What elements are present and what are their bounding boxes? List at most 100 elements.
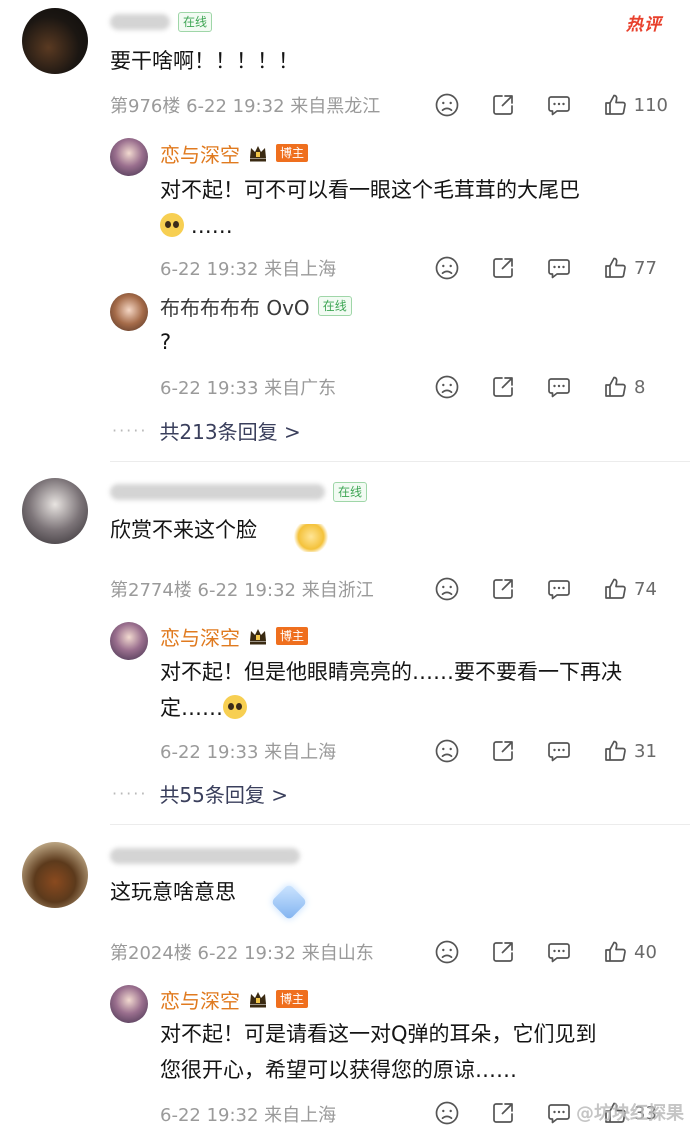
like-button[interactable]: 8 xyxy=(602,374,668,400)
like-count: 8 xyxy=(634,376,646,398)
share-icon xyxy=(490,738,516,764)
dislike-button[interactable] xyxy=(434,374,460,400)
view-more-replies-link[interactable]: ····· 共213条回复 > xyxy=(112,416,301,445)
share-icon xyxy=(490,576,516,602)
dislike-button[interactable] xyxy=(434,738,460,764)
username[interactable] xyxy=(110,14,170,30)
divider xyxy=(110,824,690,825)
avatar[interactable] xyxy=(110,985,148,1023)
reply-text-line: 对不起！但是他眼睛亮亮的……要不要看一下再决 xyxy=(160,660,622,684)
comment-text: 这玩意啥意思 xyxy=(110,880,236,904)
share-icon xyxy=(490,92,516,118)
username-row: 恋与深空 博主 xyxy=(160,139,309,168)
reply-meta: 6-22 19:33 来自广东 xyxy=(160,378,337,399)
reply-button[interactable] xyxy=(546,738,572,764)
reply-text-line: 对不起！可不可以看一眼这个毛茸茸的大尾巴 xyxy=(160,178,580,202)
reply-button[interactable] xyxy=(546,92,572,118)
dislike-button[interactable] xyxy=(434,255,460,281)
reply-button[interactable] xyxy=(546,1100,572,1126)
like-count: 74 xyxy=(634,578,657,600)
share-button[interactable] xyxy=(490,738,516,764)
like-button[interactable]: 31 xyxy=(602,738,668,764)
thumbs-up-icon xyxy=(602,374,628,400)
more-replies-label: 共213条回复 > xyxy=(159,420,301,444)
username-row: 在线 xyxy=(110,478,368,506)
username-row: 恋与深空 博主 xyxy=(160,985,309,1014)
dislike-button[interactable] xyxy=(434,92,460,118)
reply-text-line2: …… xyxy=(160,208,580,244)
reply-text: ? xyxy=(160,330,172,354)
reply-button[interactable] xyxy=(546,939,572,965)
blogger-badge: 博主 xyxy=(276,144,309,162)
action-bar: 74 xyxy=(404,574,668,604)
reply-text-line: 对不起！可是请看这一对Q弹的耳朵，它们见到 xyxy=(160,1022,597,1046)
dots-separator: ····· xyxy=(112,421,148,440)
reply-text: 对不起！可不可以看一眼这个毛茸茸的大尾巴 …… xyxy=(160,172,580,244)
comment-icon xyxy=(546,939,572,965)
username[interactable] xyxy=(110,848,300,864)
like-count: 31 xyxy=(634,740,657,762)
share-button[interactable] xyxy=(490,939,516,965)
comment-icon xyxy=(546,255,572,281)
reply-button[interactable] xyxy=(546,576,572,602)
crown-icon xyxy=(248,143,268,163)
author-name[interactable]: 恋与深空 xyxy=(160,139,240,168)
comment-meta: 第2024楼 6-22 19:32 来自山东 xyxy=(110,943,374,964)
dislike-button[interactable] xyxy=(434,939,460,965)
dislike-icon xyxy=(434,939,460,965)
reply-button[interactable] xyxy=(546,374,572,400)
avatar[interactable] xyxy=(110,138,148,176)
view-more-replies-link[interactable]: ····· 共55条回复 > xyxy=(112,779,288,808)
avatar[interactable] xyxy=(22,842,88,908)
online-badge: 在线 xyxy=(317,296,352,316)
avatar[interactable] xyxy=(110,622,148,660)
like-button[interactable]: 110 xyxy=(602,92,668,118)
dislike-icon xyxy=(434,374,460,400)
dislike-button[interactable] xyxy=(434,576,460,602)
thumbs-up-icon xyxy=(602,738,628,764)
avatar[interactable] xyxy=(110,293,148,331)
avatar[interactable] xyxy=(22,478,88,544)
reply-meta: 6-22 19:32 来自上海 xyxy=(160,259,337,280)
reply-text-line2: 定…… xyxy=(160,690,622,726)
author-name[interactable]: 恋与深空 xyxy=(160,985,240,1014)
blogger-badge: 博主 xyxy=(276,990,309,1008)
reply-meta: 6-22 19:32 来自上海 xyxy=(160,1105,337,1126)
reply-text-line2: 您很开心，希望可以获得您的原谅…… xyxy=(160,1058,517,1082)
dots-separator: ····· xyxy=(112,784,148,803)
watermark: @坊块红探果 xyxy=(576,1103,684,1124)
share-icon xyxy=(490,374,516,400)
like-button[interactable]: 74 xyxy=(602,576,668,602)
action-bar: 77 xyxy=(404,253,668,283)
like-button[interactable]: 77 xyxy=(602,255,668,281)
reply-text-tail: 定…… xyxy=(160,696,223,720)
dislike-button[interactable] xyxy=(434,1100,460,1126)
share-button[interactable] xyxy=(490,255,516,281)
reply-text: 对不起！可是请看这一对Q弹的耳朵，它们见到 您很开心，希望可以获得您的原谅…… xyxy=(160,1016,597,1088)
like-count: 110 xyxy=(633,94,668,116)
username-row: 恋与深空 博主 xyxy=(160,622,309,651)
dislike-icon xyxy=(434,576,460,602)
share-button[interactable] xyxy=(490,374,516,400)
username[interactable] xyxy=(110,484,325,500)
reply-button[interactable] xyxy=(546,255,572,281)
username[interactable]: 布布布布布 OvO xyxy=(160,292,310,321)
action-bar: 8 xyxy=(404,372,668,402)
share-icon xyxy=(490,939,516,965)
share-button[interactable] xyxy=(490,576,516,602)
more-replies-label: 共55条回复 > xyxy=(159,783,289,807)
reply-meta: 6-22 19:33 来自上海 xyxy=(160,742,337,763)
dislike-icon xyxy=(434,255,460,281)
comment-icon xyxy=(546,738,572,764)
avatar[interactable] xyxy=(22,8,88,74)
share-button[interactable] xyxy=(490,1100,516,1126)
username-row: 布布布布布 OvO 在线 xyxy=(160,292,352,320)
reply-text: 对不起！但是他眼睛亮亮的……要不要看一下再决 定…… xyxy=(160,654,622,726)
dislike-icon xyxy=(434,92,460,118)
author-name[interactable]: 恋与深空 xyxy=(160,622,240,651)
share-icon xyxy=(490,1100,516,1126)
like-button[interactable]: 40 xyxy=(602,939,668,965)
crown-icon xyxy=(248,989,268,1009)
share-button[interactable] xyxy=(490,92,516,118)
crown-icon xyxy=(248,626,268,646)
